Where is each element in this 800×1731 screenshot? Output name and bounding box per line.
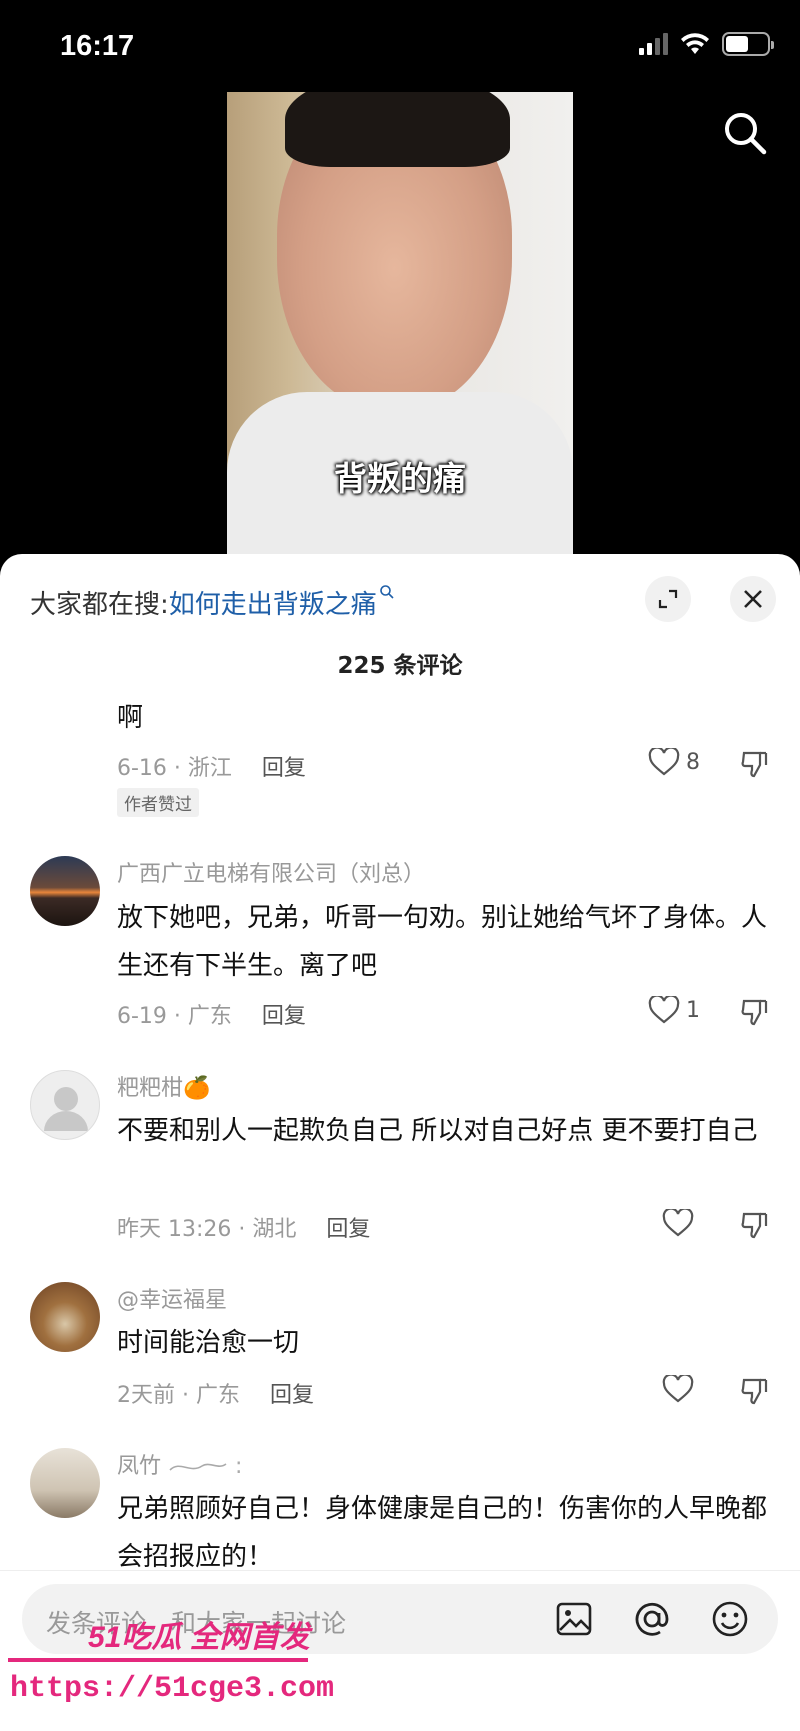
video-caption: 背叛的痛: [334, 459, 466, 498]
search-icon[interactable]: [722, 110, 768, 156]
expand-button[interactable]: [645, 576, 691, 622]
reply-button[interactable]: 回复: [270, 1383, 314, 1408]
avatar[interactable]: [30, 1070, 100, 1140]
status-time: 16:17: [60, 30, 135, 62]
comment-author[interactable]: 粑粑柑🍊: [117, 1070, 210, 1102]
like-count: 1: [686, 997, 700, 1023]
dislike-icon[interactable]: [740, 1377, 770, 1405]
watermark-brand: 51吃瓜 全网首发: [88, 1621, 310, 1654]
watermark-url: https://51cge3.com: [10, 1672, 335, 1706]
like-button[interactable]: [662, 1375, 700, 1403]
comment-date-location: 6-19 · 广东: [117, 1004, 232, 1029]
image-icon[interactable]: [554, 1599, 594, 1639]
comment-meta: 6-19 · 广东 回复: [117, 998, 306, 1030]
emoji-icon[interactable]: [710, 1599, 750, 1639]
comment-meta: 2天前 · 广东 回复: [117, 1377, 314, 1409]
close-button[interactable]: [730, 576, 776, 622]
signature-decoration-icon: [169, 1463, 227, 1471]
battery-icon: [722, 32, 774, 56]
comment-author[interactable]: 凤竹 :: [117, 1448, 242, 1480]
reply-button[interactable]: 回复: [262, 1004, 306, 1029]
heart-icon: [662, 1375, 694, 1403]
divider: [0, 1570, 800, 1571]
dislike-icon[interactable]: [740, 750, 770, 778]
watermark: 51吃瓜 全网首发 https://51cge3.com: [8, 1612, 334, 1722]
comment-meta: 昨天 13:26 · 湖北 回复: [117, 1211, 370, 1243]
watermark-underline: [8, 1658, 308, 1662]
at-icon[interactable]: [632, 1599, 672, 1639]
comment-meta: 6-16 · 浙江 回复: [117, 750, 306, 782]
like-button[interactable]: 1: [648, 996, 700, 1024]
signal-icon: [639, 33, 668, 55]
reply-button[interactable]: 回复: [262, 756, 306, 781]
comment-text: 啊: [117, 703, 144, 733]
heart-icon: [662, 1209, 694, 1237]
search-suggestion[interactable]: 大家都在搜:如何走出背叛之痛: [30, 584, 395, 621]
avatar[interactable]: [30, 1448, 100, 1518]
search-suggestion-link[interactable]: 如何走出背叛之痛: [169, 590, 377, 620]
comment-text: 兄弟照顾好自己！身体健康是自己的！伤害你的人早晚都会招报应的！: [117, 1494, 768, 1572]
comment-date-location: 6-16 · 浙江: [117, 756, 232, 781]
comment-text: 放下她吧，兄弟，听哥一句劝。别让她给气坏了身体。人生还有下半生。离了吧: [117, 903, 768, 981]
video-player[interactable]: 背叛的痛: [227, 92, 573, 554]
comment-sheet: 大家都在搜:如何走出背叛之痛 225 条评论 啊 6-16 · 浙江 回复 8 作…: [0, 554, 800, 1731]
expand-icon: [658, 589, 678, 609]
dislike-icon[interactable]: [740, 1211, 770, 1239]
comment-date-location: 昨天 13:26 · 湖北: [117, 1217, 297, 1242]
wifi-icon: [681, 33, 709, 54]
search-suggestion-prefix: 大家都在搜:: [30, 590, 169, 620]
default-avatar-icon: [44, 1087, 88, 1131]
like-button[interactable]: 8: [648, 748, 700, 776]
search-small-icon: [379, 585, 394, 599]
dislike-icon[interactable]: [740, 998, 770, 1026]
avatar[interactable]: [30, 1282, 100, 1352]
status-bar: 16:17: [0, 0, 800, 92]
reply-button[interactable]: 回复: [326, 1217, 370, 1242]
comment-text: 不要和别人一起欺负自己 所以对自己好点 更不要打自己: [117, 1116, 758, 1146]
comment-author[interactable]: @幸运福星: [117, 1282, 227, 1314]
avatar[interactable]: [30, 856, 100, 926]
heart-icon: [648, 996, 680, 1024]
comment-text: 时间能治愈一切: [117, 1328, 300, 1358]
comment-author[interactable]: 广西广立电梯有限公司（刘总）: [117, 856, 425, 888]
like-count: 8: [686, 749, 700, 775]
comment-author-name: 凤竹: [117, 1454, 168, 1479]
comment-date-location: 2天前 · 广东: [117, 1383, 240, 1408]
status-icons: [639, 32, 774, 56]
video-person-hair: [285, 92, 510, 167]
heart-icon: [648, 748, 680, 776]
like-button[interactable]: [662, 1209, 700, 1237]
comment-count: 225 条评论: [337, 653, 463, 679]
author-liked-badge: 作者赞过: [117, 788, 199, 817]
close-icon: [744, 590, 762, 608]
